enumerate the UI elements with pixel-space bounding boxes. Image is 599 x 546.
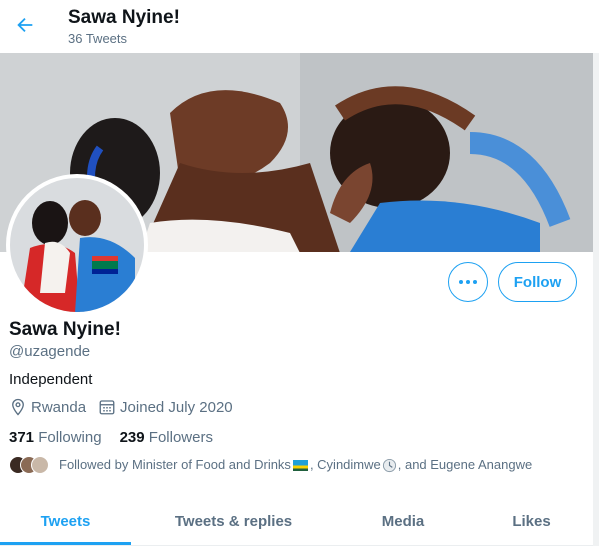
profile-avatar[interactable] [6,174,148,316]
profile-tabs: Tweets Tweets & replies Media Likes [0,497,593,546]
follow-button[interactable]: Follow [498,262,577,302]
more-dots-icon [459,280,477,284]
followed-by-text: Followed by Minister of Food and Drinks,… [59,456,533,473]
joined-text: Joined July 2020 [120,398,233,416]
header-title: Sawa Nyine! [68,7,180,28]
follower-avatar [31,456,49,474]
tab-tweets-replies[interactable]: Tweets & replies [131,497,336,545]
followers-link[interactable]: 239 Followers [120,429,213,446]
followers-label: Followers [148,429,213,446]
tab-tweets[interactable]: Tweets [0,497,131,545]
location-item: Rwanda [9,398,86,416]
scrollbar-track[interactable] [593,0,599,546]
clock-icon [382,458,396,473]
calendar-icon [99,400,115,415]
location-text: Rwanda [31,398,87,416]
profile-meta: Rwanda Joined July 2020 [9,398,245,416]
follower-avatars [9,456,49,474]
tab-likes[interactable]: Likes [470,497,593,545]
followed-by[interactable]: Followed by Minister of Food and Drinks,… [9,456,532,474]
joined-item: Joined July 2020 [98,398,233,416]
tab-media[interactable]: Media [336,497,470,545]
location-pin-icon [12,398,24,416]
following-count: 371 [9,429,35,446]
profile-header: Sawa Nyine! 36 Tweets [0,0,599,53]
following-link[interactable]: 371 Following [9,429,102,446]
profile-bio: Independent [9,371,93,388]
rwanda-flag-icon [292,460,308,472]
profile-handle: @uzagende [9,343,91,360]
tweet-count: 36 Tweets [68,31,128,46]
followers-count: 239 [119,429,145,446]
more-options-button[interactable] [448,262,488,302]
back-button[interactable] [8,8,42,42]
arrow-left-icon [17,17,33,33]
follow-counts: 371 Following 239 Followers [9,429,231,446]
profile-name: Sawa Nyine! [9,319,121,340]
avatar-image [10,178,144,312]
following-label: Following [38,429,102,446]
